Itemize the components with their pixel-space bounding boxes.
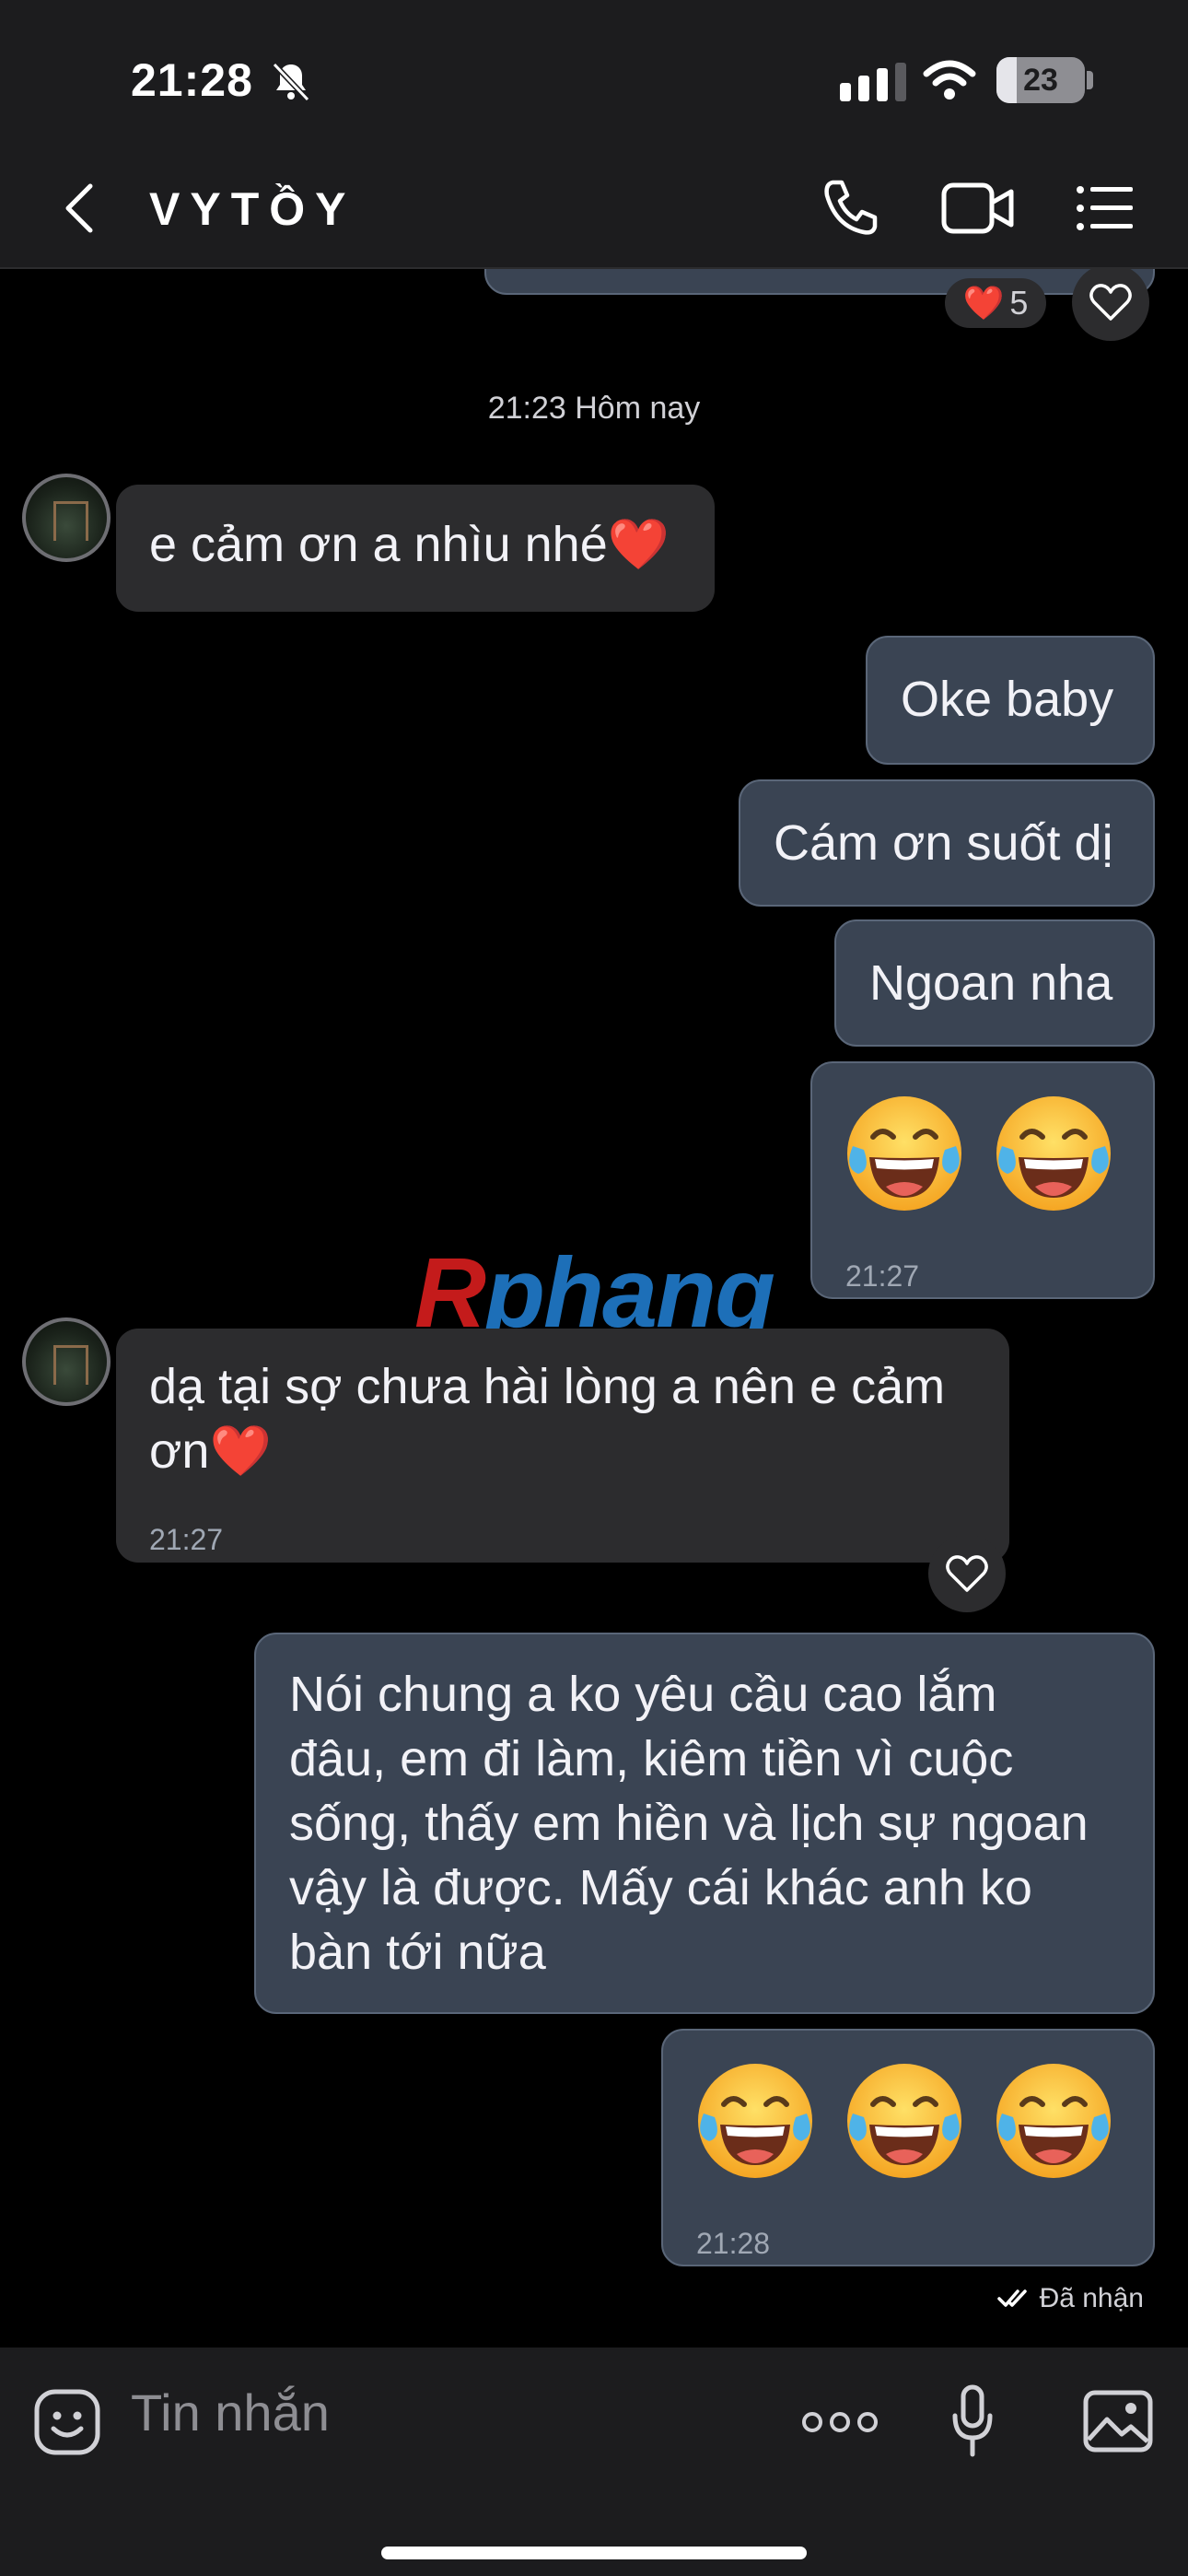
- contact-avatar[interactable]: [22, 474, 111, 562]
- message-text-line: đâu, em đi làm, kiêm tiền vì cuộc: [289, 1731, 1014, 1786]
- video-camera-icon: [941, 182, 1014, 234]
- battery-percentage: 23: [1023, 63, 1058, 98]
- call-button[interactable]: [820, 177, 880, 238]
- menu-button[interactable]: [1076, 184, 1135, 232]
- date-divider: 21:23 Hôm nay: [487, 391, 701, 426]
- outgoing-emoji-bubble[interactable]: 21:28: [661, 2029, 1155, 2266]
- reaction-summary[interactable]: ❤️ 5: [945, 278, 1046, 328]
- top-bar: 21:28 23 VYTỒY: [0, 0, 1188, 269]
- contact-avatar[interactable]: [22, 1317, 111, 1406]
- outgoing-message-bubble[interactable]: Oke baby: [866, 636, 1155, 765]
- home-indicator[interactable]: [381, 2547, 807, 2559]
- incoming-message-bubble[interactable]: e cảm ơn a nhìu nhé❤️: [116, 485, 715, 612]
- message-text: Oke baby: [901, 672, 1114, 727]
- contact-name[interactable]: VYTỒY: [149, 182, 355, 236]
- react-heart-button[interactable]: [928, 1535, 1006, 1612]
- battery-indicator: 23: [996, 57, 1085, 103]
- message-text-line: Nói chung a ko yêu cầu cao lắm: [289, 1667, 997, 1722]
- reaction-heart-emoji: ❤️: [962, 284, 1005, 322]
- reaction-count: 5: [1009, 284, 1029, 322]
- message-text: Cám ơn suốt dị: [774, 815, 1113, 871]
- microphone-icon[interactable]: [952, 2384, 993, 2458]
- message-composer: Tin nhắn: [0, 2348, 1188, 2576]
- tears-of-joy-emoji: [691, 2056, 820, 2185]
- more-options-icon[interactable]: [801, 2408, 879, 2436]
- message-time: 21:27: [149, 1523, 224, 1556]
- list-menu-icon: [1077, 186, 1133, 230]
- sticker-smiley-icon[interactable]: [33, 2388, 101, 2456]
- tears-of-joy-emoji: [989, 1089, 1118, 1218]
- message-input[interactable]: Tin nhắn: [131, 2383, 330, 2442]
- delivery-status-text: Đã nhận: [1039, 2283, 1144, 2313]
- message-text-line: sống, thấy em hiền và lịch sự ngoan: [289, 1796, 1089, 1851]
- message-text: e cảm ơn a nhìu nhé❤️: [149, 517, 670, 572]
- outgoing-emoji-bubble[interactable]: 21:27: [810, 1061, 1155, 1299]
- image-gallery-icon[interactable]: [1083, 2390, 1153, 2453]
- tears-of-joy-emoji: [989, 2056, 1118, 2185]
- cellular-signal-icon: [840, 63, 906, 101]
- video-call-button[interactable]: [941, 182, 1015, 234]
- react-heart-button[interactable]: [1072, 263, 1149, 341]
- tears-of-joy-emoji: [840, 2056, 969, 2185]
- message-text: Ngoan nha: [869, 955, 1113, 1011]
- phone-icon: [824, 180, 878, 235]
- message-text-line: dạ tại sợ chưa hài lòng a nên e cảm: [149, 1359, 946, 1414]
- tears-of-joy-emoji: [840, 1089, 969, 1218]
- delivery-status: Đã nhận: [996, 2283, 1144, 2314]
- status-time: 21:28: [131, 54, 253, 106]
- outgoing-message-bubble[interactable]: Ngoan nha: [834, 919, 1155, 1047]
- message-time: 21:27: [845, 1259, 920, 1293]
- outgoing-message-bubble[interactable]: Cám ơn suốt dị: [739, 779, 1155, 907]
- message-text-line: bàn tới nữa: [289, 1925, 546, 1980]
- message-text-line: vậy là được. Mấy cái khác anh ko: [289, 1860, 1032, 1915]
- outgoing-message-bubble[interactable]: Nói chung a ko yêu cầu cao lắm đâu, em đ…: [254, 1633, 1155, 2014]
- message-text-line: ơn❤️: [149, 1423, 272, 1479]
- heart-outline-icon: [1089, 284, 1132, 321]
- message-time: 21:28: [696, 2227, 771, 2260]
- heart-outline-icon: [946, 1555, 988, 1592]
- incoming-message-bubble[interactable]: dạ tại sợ chưa hài lòng a nên e cảm ơn❤️…: [116, 1329, 1009, 1563]
- battery-tip: [1087, 71, 1093, 89]
- back-chevron-icon[interactable]: [57, 181, 103, 236]
- bell-muted-icon: [272, 62, 310, 102]
- double-check-icon: [996, 2289, 1027, 2307]
- wifi-icon: [923, 60, 976, 100]
